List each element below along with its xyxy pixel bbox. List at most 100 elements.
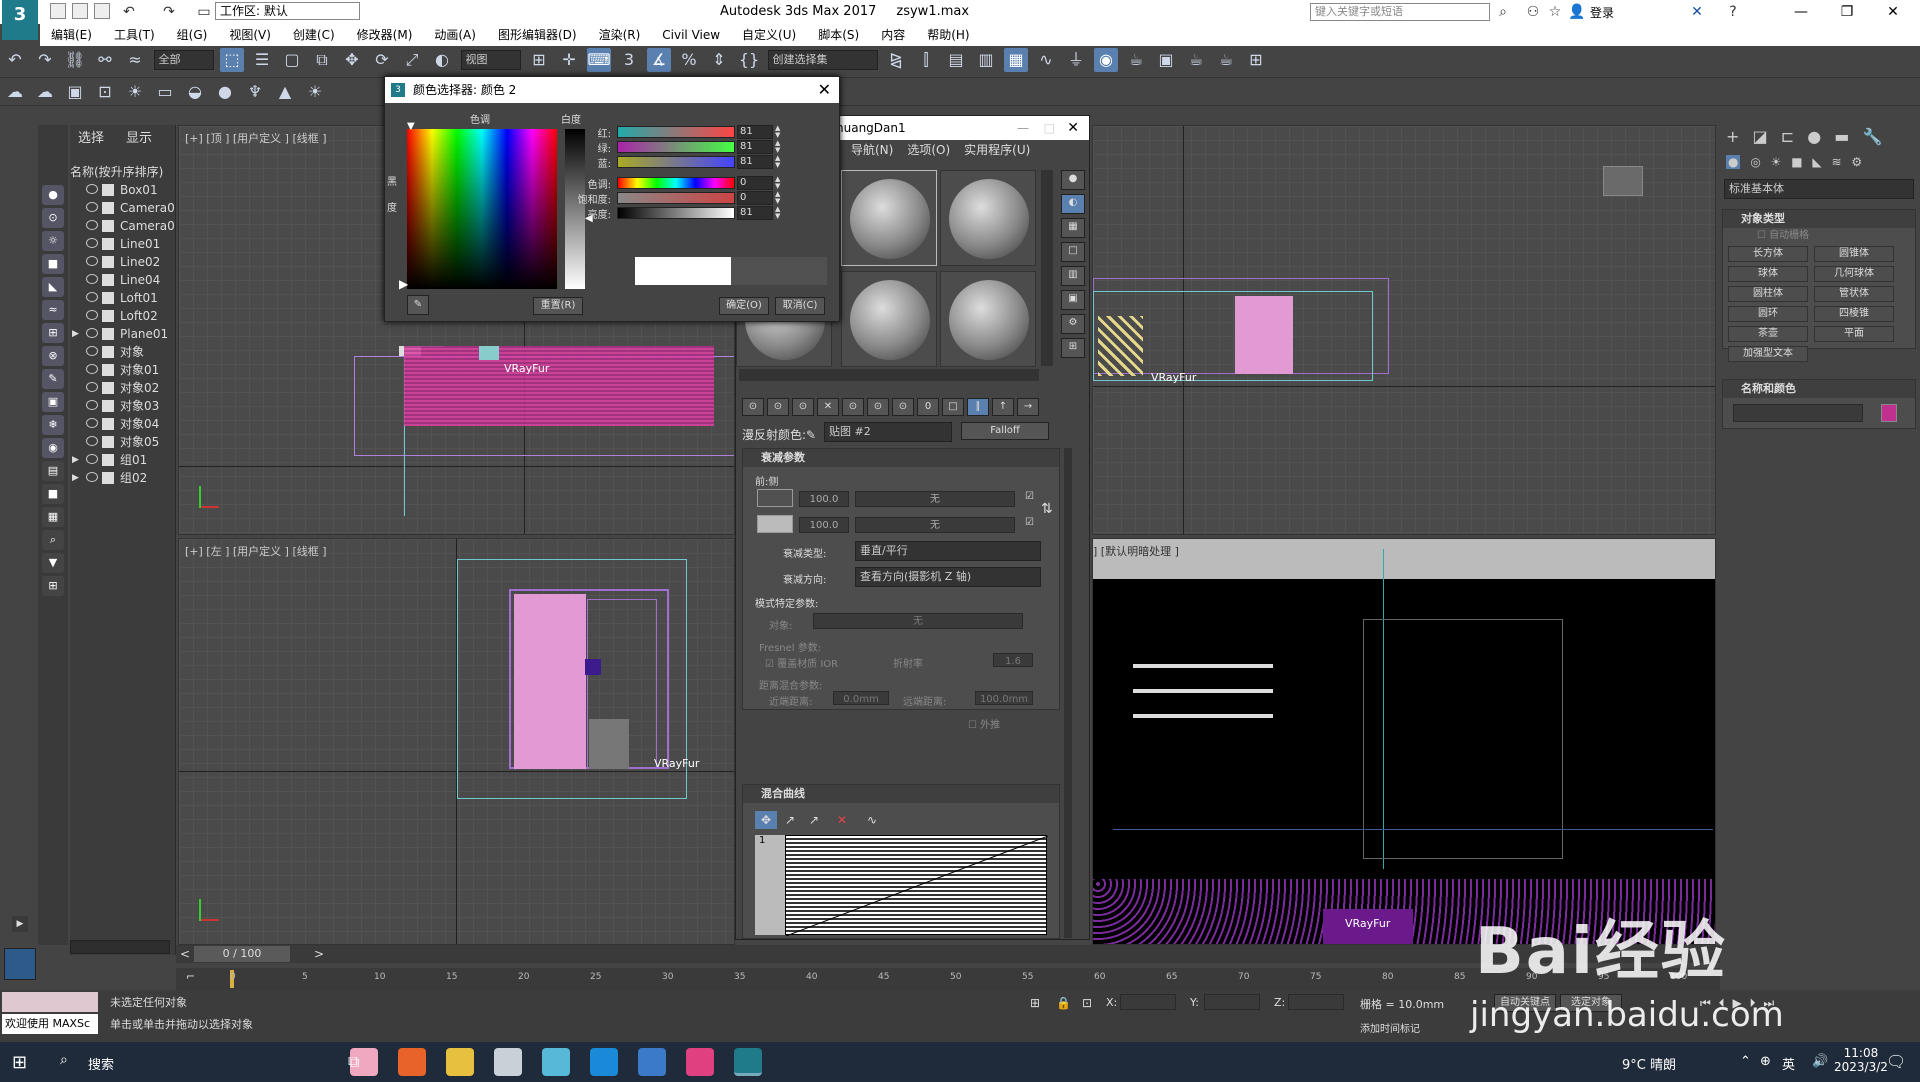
front-map-checkbox[interactable]: ☑	[1025, 491, 1034, 502]
menu-animation[interactable]: 动画(A)	[423, 24, 487, 46]
vray-sun-icon[interactable]: ☀	[303, 80, 327, 104]
sphere-light-icon[interactable]: ●	[213, 80, 237, 104]
visibility-eye-icon[interactable]	[86, 364, 98, 374]
primitive-type-dropdown[interactable]: 标准基本体	[1724, 179, 1914, 199]
undo-icon[interactable]: ↶	[120, 3, 138, 21]
primitive-button[interactable]: 几何球体	[1814, 266, 1894, 282]
scene-item[interactable]: Camera0	[70, 217, 175, 235]
viewport-label[interactable]: ] [默认明暗处理 ]	[1093, 543, 1179, 559]
geometry-category-icon[interactable]: ●	[1726, 155, 1741, 169]
primitive-button[interactable]: 圆柱体	[1728, 286, 1808, 302]
input-language[interactable]: 英	[1782, 1054, 1795, 1073]
geometry-filter-icon[interactable]: ●	[42, 185, 64, 205]
rect-selection-icon[interactable]: ▢	[280, 48, 304, 72]
star-icon[interactable]: ☆	[1546, 3, 1564, 21]
tab-select[interactable]: 选择	[78, 131, 104, 146]
redo-icon[interactable]: ↷	[160, 3, 178, 21]
percent-snap-icon[interactable]: %	[677, 48, 701, 72]
manipulate-icon[interactable]: ✛	[557, 48, 581, 72]
object-color-swatch[interactable]	[1881, 404, 1897, 422]
plane-light-icon[interactable]: ▭	[153, 80, 177, 104]
scene-item[interactable]: 对象01	[70, 361, 175, 379]
library-icon[interactable]: ⊙	[892, 398, 914, 416]
channel-value[interactable]: 0	[737, 191, 773, 205]
keyboard-shortcut-icon[interactable]: ⌨	[587, 48, 611, 72]
scene-item[interactable]: Line01	[70, 235, 175, 253]
maximize-button[interactable]: ❐	[1824, 0, 1870, 24]
expand-arrow-icon[interactable]: ▶	[72, 469, 79, 487]
new-file-icon[interactable]	[50, 3, 66, 19]
login-link[interactable]: 登录	[1590, 4, 1614, 21]
get-material-icon[interactable]: ⊙	[742, 398, 764, 416]
object-type-header[interactable]: 对象类型	[1723, 210, 1915, 228]
background-icon[interactable]: ▦	[1061, 218, 1085, 238]
spinner-arrows-icon[interactable]: ▲ ▼	[775, 206, 780, 220]
named-selection-dropdown[interactable]: 创建选择集	[767, 50, 878, 70]
autogrid-checkbox[interactable]: ☐ 自动栅格	[1723, 228, 1915, 244]
render-online-icon[interactable]: ⊞	[1244, 48, 1268, 72]
scene-explorer-icon[interactable]: ▦	[1004, 48, 1028, 72]
near-spinner[interactable]: 0.0mm	[833, 691, 889, 705]
taskbar-search[interactable]: 搜索	[88, 1054, 114, 1073]
menu-edit[interactable]: 编辑(E)	[40, 24, 103, 46]
make-preview-icon[interactable]: ▣	[1061, 290, 1085, 310]
move-point-icon[interactable]: ✥	[755, 811, 777, 829]
next-frame-icon[interactable]: >	[314, 947, 324, 961]
clock[interactable]: 11:08 2023/3/2	[1834, 1046, 1888, 1074]
bones-filter-icon[interactable]: ✎	[42, 369, 64, 389]
select-by-name-icon[interactable]: ☰	[250, 48, 274, 72]
undo-icon[interactable]: ↶	[3, 48, 27, 72]
backlight-icon[interactable]: ◐	[1061, 194, 1085, 214]
shapes-category-icon[interactable]: ◎	[1750, 155, 1760, 169]
override-ior-checkbox[interactable]: ☑ 覆盖材质 IOR	[765, 655, 838, 670]
object-pick-button[interactable]: 无	[813, 613, 1023, 629]
app-logo[interactable]: 3	[2, 0, 38, 40]
frame-indicator[interactable]: 0 / 100	[194, 946, 290, 962]
task-view-icon[interactable]: ⧉	[348, 1052, 359, 1072]
channel-slider[interactable]	[617, 126, 735, 138]
render-setup-icon[interactable]: ☕	[1124, 48, 1148, 72]
project-folder-icon[interactable]: ▭	[195, 3, 213, 21]
scale-point-icon[interactable]: ↗	[779, 811, 801, 829]
minimize-button[interactable]: —	[1778, 0, 1824, 24]
close-button[interactable]: ✕	[818, 77, 831, 103]
frozen-filter-icon[interactable]: ❄	[42, 415, 64, 435]
spinner-snap-icon[interactable]: ⇕	[707, 48, 731, 72]
channel-slider[interactable]	[617, 207, 735, 219]
hue-blackness-box[interactable]	[407, 129, 557, 289]
prev-frame-icon[interactable]: <	[180, 947, 190, 961]
channel-slider[interactable]	[617, 192, 735, 204]
move-icon[interactable]: ✥	[340, 48, 364, 72]
display-none-icon[interactable]: ■	[42, 484, 64, 504]
search-input[interactable]: 键入关键字或短语	[1310, 3, 1490, 21]
image-app-icon[interactable]	[686, 1048, 714, 1076]
map-name-field[interactable]: 贴图 #2	[824, 422, 952, 442]
display-tab-icon[interactable]: ▬	[1834, 127, 1849, 146]
maxscript-welcome[interactable]: 欢迎使用 MAXSc	[2, 1014, 98, 1034]
community-icon[interactable]: ⚇	[1524, 3, 1542, 21]
xrefs-filter-icon[interactable]: ⊗	[42, 346, 64, 366]
systems-category-icon[interactable]: ⚙	[1851, 155, 1862, 169]
scale-icon[interactable]: ⤢	[400, 48, 424, 72]
notification-icon[interactable]: 🗨	[1886, 1052, 1906, 1071]
menu-create[interactable]: 创建(C)	[282, 24, 346, 46]
maxscript-mini-listener[interactable]	[2, 992, 98, 1012]
select-by-material-icon[interactable]: ⊞	[1061, 338, 1085, 358]
visibility-eye-icon[interactable]	[86, 472, 98, 482]
eyedropper-icon[interactable]: ✎	[806, 428, 816, 442]
channel-value[interactable]: 81	[737, 155, 773, 169]
show-shaded-icon[interactable]: □	[942, 398, 964, 416]
far-spinner[interactable]: 100.0mm	[975, 691, 1033, 705]
z-coord-field[interactable]	[1288, 994, 1344, 1010]
x-coord-field[interactable]	[1120, 994, 1176, 1010]
viewport-front[interactable]: VRayFur	[1092, 125, 1716, 535]
menu-graph-editors[interactable]: 图形编辑器(D)	[487, 24, 588, 46]
swap-colors-icon[interactable]: ⇅	[1041, 501, 1053, 517]
cone-icon[interactable]: ▲	[273, 80, 297, 104]
eyedropper-icon[interactable]: ✎	[407, 295, 429, 315]
firefox-icon[interactable]	[398, 1048, 426, 1076]
menu-civil-view[interactable]: Civil View	[651, 24, 731, 46]
utilities-tab-icon[interactable]: 🔧	[1863, 127, 1883, 146]
binoculars-icon[interactable]: ⌕	[1494, 3, 1512, 21]
ior-spinner[interactable]: 1.6	[993, 653, 1033, 667]
